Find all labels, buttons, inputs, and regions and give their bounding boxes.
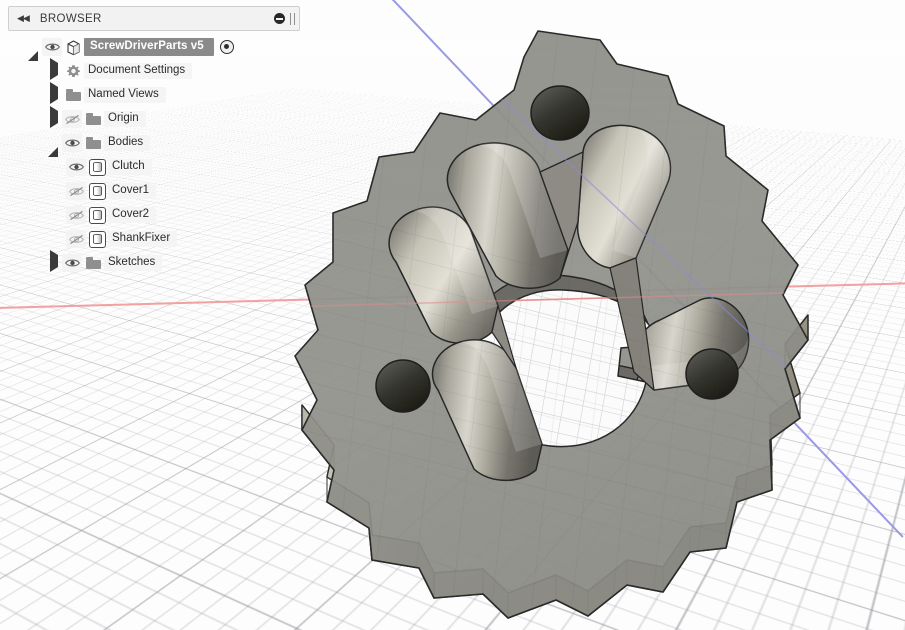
tree-item-label: Document Settings (84, 62, 193, 80)
tree-item-label: Clutch (108, 158, 152, 176)
folder-icon (62, 89, 84, 101)
eye-hidden-icon[interactable] (66, 206, 86, 224)
eye-hidden-icon[interactable] (62, 110, 82, 128)
tree-item-named-views[interactable]: Named Views (8, 82, 300, 107)
tree-item-document-settings[interactable]: Document Settings (8, 58, 300, 83)
eye-hidden-icon[interactable] (66, 182, 86, 200)
folder-icon (82, 113, 104, 125)
visibility-toggle-cover1[interactable] (66, 182, 86, 200)
panel-grip-icon[interactable] (290, 12, 295, 25)
body-icon (86, 158, 108, 176)
tree-item-label: Named Views (84, 86, 166, 104)
folder-icon (82, 257, 104, 269)
disclosure-triangle-collapsed-icon[interactable] (46, 250, 62, 272)
cad-application-window: ◀◀ BROWSER ScrewDriverParts v5 Document … (0, 0, 905, 630)
body-icon (86, 182, 108, 200)
visibility-toggle-cover2[interactable] (66, 206, 86, 224)
disclosure-triangle-collapsed-icon[interactable] (46, 58, 62, 80)
tree-item-label: Cover2 (108, 206, 157, 224)
disclosure-triangle-expanded-icon[interactable] (26, 39, 42, 61)
eye-visible-icon[interactable] (66, 158, 86, 176)
tree-item-sketches[interactable]: Sketches (8, 250, 300, 275)
tree-item-label: Origin (104, 110, 146, 128)
tree-item-shankfixer[interactable]: ShankFixer (8, 227, 300, 251)
tree-item-clutch[interactable]: Clutch (8, 155, 300, 179)
tree-item-cover2[interactable]: Cover2 (8, 203, 300, 227)
folder-icon (82, 137, 104, 149)
browser-panel-header[interactable]: ◀◀ BROWSER (8, 6, 300, 31)
visibility-toggle-sketches[interactable] (62, 254, 82, 272)
tree-item-label: Cover1 (108, 182, 157, 200)
tree-item-origin[interactable]: Origin (8, 106, 300, 131)
tree-item-root[interactable]: ScrewDriverParts v5 (8, 35, 300, 61)
browser-tree: ScrewDriverParts v5 Document Settings Na… (8, 35, 300, 275)
body-icon (86, 206, 108, 224)
eye-visible-icon[interactable] (62, 254, 82, 272)
eye-visible-icon[interactable] (42, 38, 62, 56)
gear-icon (62, 64, 84, 79)
body-icon (86, 230, 108, 248)
browser-panel-title: BROWSER (39, 12, 102, 25)
visibility-toggle-origin[interactable] (62, 110, 82, 128)
cube-icon (62, 39, 84, 56)
tree-item-bodies[interactable]: Bodies (8, 131, 300, 157)
visibility-toggle-shankfixer[interactable] (66, 230, 86, 248)
collapse-panel-icon[interactable]: ◀◀ (17, 14, 30, 23)
tree-item-label: ScrewDriverParts v5 (84, 37, 214, 57)
tree-item-cover1[interactable]: Cover1 (8, 179, 300, 203)
visibility-toggle-bodies[interactable] (62, 134, 82, 152)
disclosure-triangle-collapsed-icon[interactable] (46, 82, 62, 104)
eye-hidden-icon[interactable] (66, 230, 86, 248)
activate-component-radio-icon[interactable] (219, 40, 234, 54)
disclosure-triangle-expanded-icon[interactable] (46, 135, 62, 157)
visibility-toggle-clutch[interactable] (66, 158, 86, 176)
disclosure-triangle-collapsed-icon[interactable] (46, 106, 62, 128)
minus-circle-icon[interactable] (274, 13, 285, 24)
tree-item-label: Sketches (104, 254, 163, 272)
visibility-toggle-root[interactable] (42, 38, 62, 56)
tree-item-label: Bodies (104, 134, 151, 152)
browser-panel: ◀◀ BROWSER ScrewDriverParts v5 Document … (8, 6, 300, 275)
eye-visible-icon[interactable] (62, 134, 82, 152)
tree-item-label: ShankFixer (108, 230, 178, 248)
